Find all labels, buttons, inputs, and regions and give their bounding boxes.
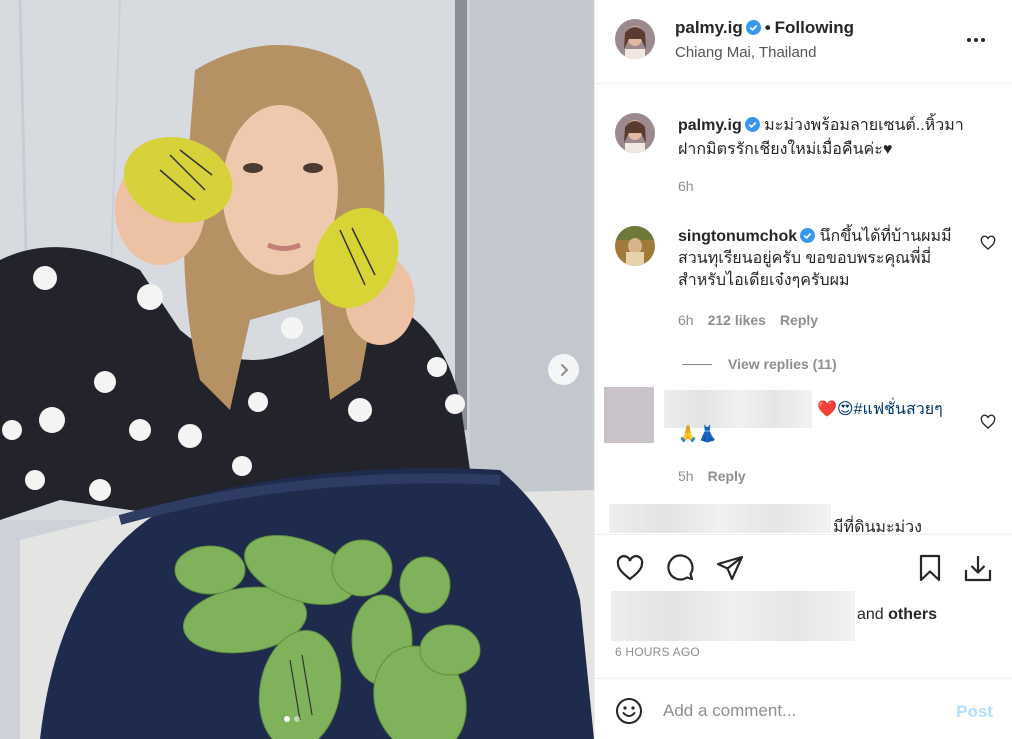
likes-summary[interactable]: and others: [857, 606, 937, 624]
blurred-username: [609, 504, 831, 533]
comments-list[interactable]: palmy.ig มะม่วงพร้อมลายเซนต์..หิ้วมาฝากม…: [595, 85, 1012, 533]
separator-dot: •: [764, 18, 771, 37]
bookmark-icon[interactable]: [915, 553, 945, 583]
carousel-dot: [294, 716, 300, 722]
caption-time[interactable]: 6h: [678, 178, 694, 194]
comment-text: ❤️😍#แฟชั่นสวยๆ: [817, 401, 943, 418]
post-author: palmy.ig • Following: [675, 18, 854, 38]
comment-username[interactable]: singtonumchok: [678, 228, 797, 245]
post-comment-button[interactable]: Post: [956, 702, 993, 722]
reply-button[interactable]: Reply: [780, 312, 818, 328]
carousel-indicator: [284, 716, 300, 722]
reply-button[interactable]: Reply: [708, 468, 746, 484]
avatar[interactable]: [604, 387, 654, 443]
comment-likes[interactable]: 212 likes: [708, 312, 766, 328]
profile-photo: [615, 113, 655, 153]
comment-text: มีที่ดินมะม่วง: [833, 519, 922, 533]
post-header: palmy.ig • Following Chiang Mai, Thailand: [595, 0, 1012, 84]
following-button[interactable]: Following: [775, 18, 854, 37]
verified-badge-icon: [745, 20, 761, 35]
author-username[interactable]: palmy.ig: [675, 18, 743, 37]
avatar[interactable]: [615, 19, 655, 59]
post-side-panel: palmy.ig • Following Chiang Mai, Thailand …: [594, 0, 1012, 739]
smiley-icon[interactable]: [615, 697, 643, 725]
comment-meta: 5h Reply: [678, 468, 746, 484]
comment-item: singtonumchok นึกขึ้นได้ที่บ้านผมมีสวนทุ…: [678, 226, 968, 292]
like-comment-heart-icon[interactable]: [980, 235, 996, 251]
comment-time[interactable]: 6h: [678, 312, 694, 328]
comment-meta: 6h 212 likes Reply: [678, 312, 818, 328]
carousel-dot: [284, 716, 290, 722]
likes-others[interactable]: others: [888, 606, 937, 623]
post-actions: and others 6 HOURS AGO: [595, 534, 1012, 678]
blurred-liked-by: [611, 591, 855, 641]
mango-photo-illustration: [0, 0, 594, 739]
view-replies-button[interactable]: View replies (11): [682, 356, 837, 372]
comment-text-line2: 🙏👗: [678, 426, 718, 443]
verified-badge-icon: [744, 117, 760, 132]
caption-username[interactable]: palmy.ig: [678, 117, 742, 134]
post-location[interactable]: Chiang Mai, Thailand: [675, 44, 816, 61]
like-comment-heart-icon[interactable]: [980, 414, 996, 430]
more-options-icon[interactable]: [967, 30, 991, 50]
view-replies-label: View replies (11): [728, 356, 837, 372]
heart-outline-icon[interactable]: [615, 553, 645, 583]
speech-bubble-icon[interactable]: [665, 553, 695, 583]
add-comment-bar: Post: [595, 678, 1012, 739]
paper-plane-icon[interactable]: [715, 553, 745, 583]
comment-time[interactable]: 5h: [678, 468, 694, 484]
profile-photo: [615, 226, 655, 266]
verified-badge-icon: [800, 228, 816, 243]
post-photo[interactable]: [0, 0, 594, 739]
comment-input[interactable]: [663, 697, 953, 725]
likes-and: and: [857, 606, 884, 623]
chevron-right-icon: [560, 363, 568, 376]
avatar[interactable]: [615, 113, 655, 153]
caption: palmy.ig มะม่วงพร้อมลายเซนต์..หิ้วมาฝากม…: [678, 114, 978, 162]
blurred-username: [664, 390, 812, 428]
post-timestamp[interactable]: 6 HOURS AGO: [615, 645, 700, 659]
avatar[interactable]: [615, 226, 655, 266]
divider: [682, 363, 712, 365]
download-icon[interactable]: [963, 553, 993, 583]
carousel-next-button[interactable]: [548, 354, 579, 385]
profile-photo: [615, 19, 655, 59]
